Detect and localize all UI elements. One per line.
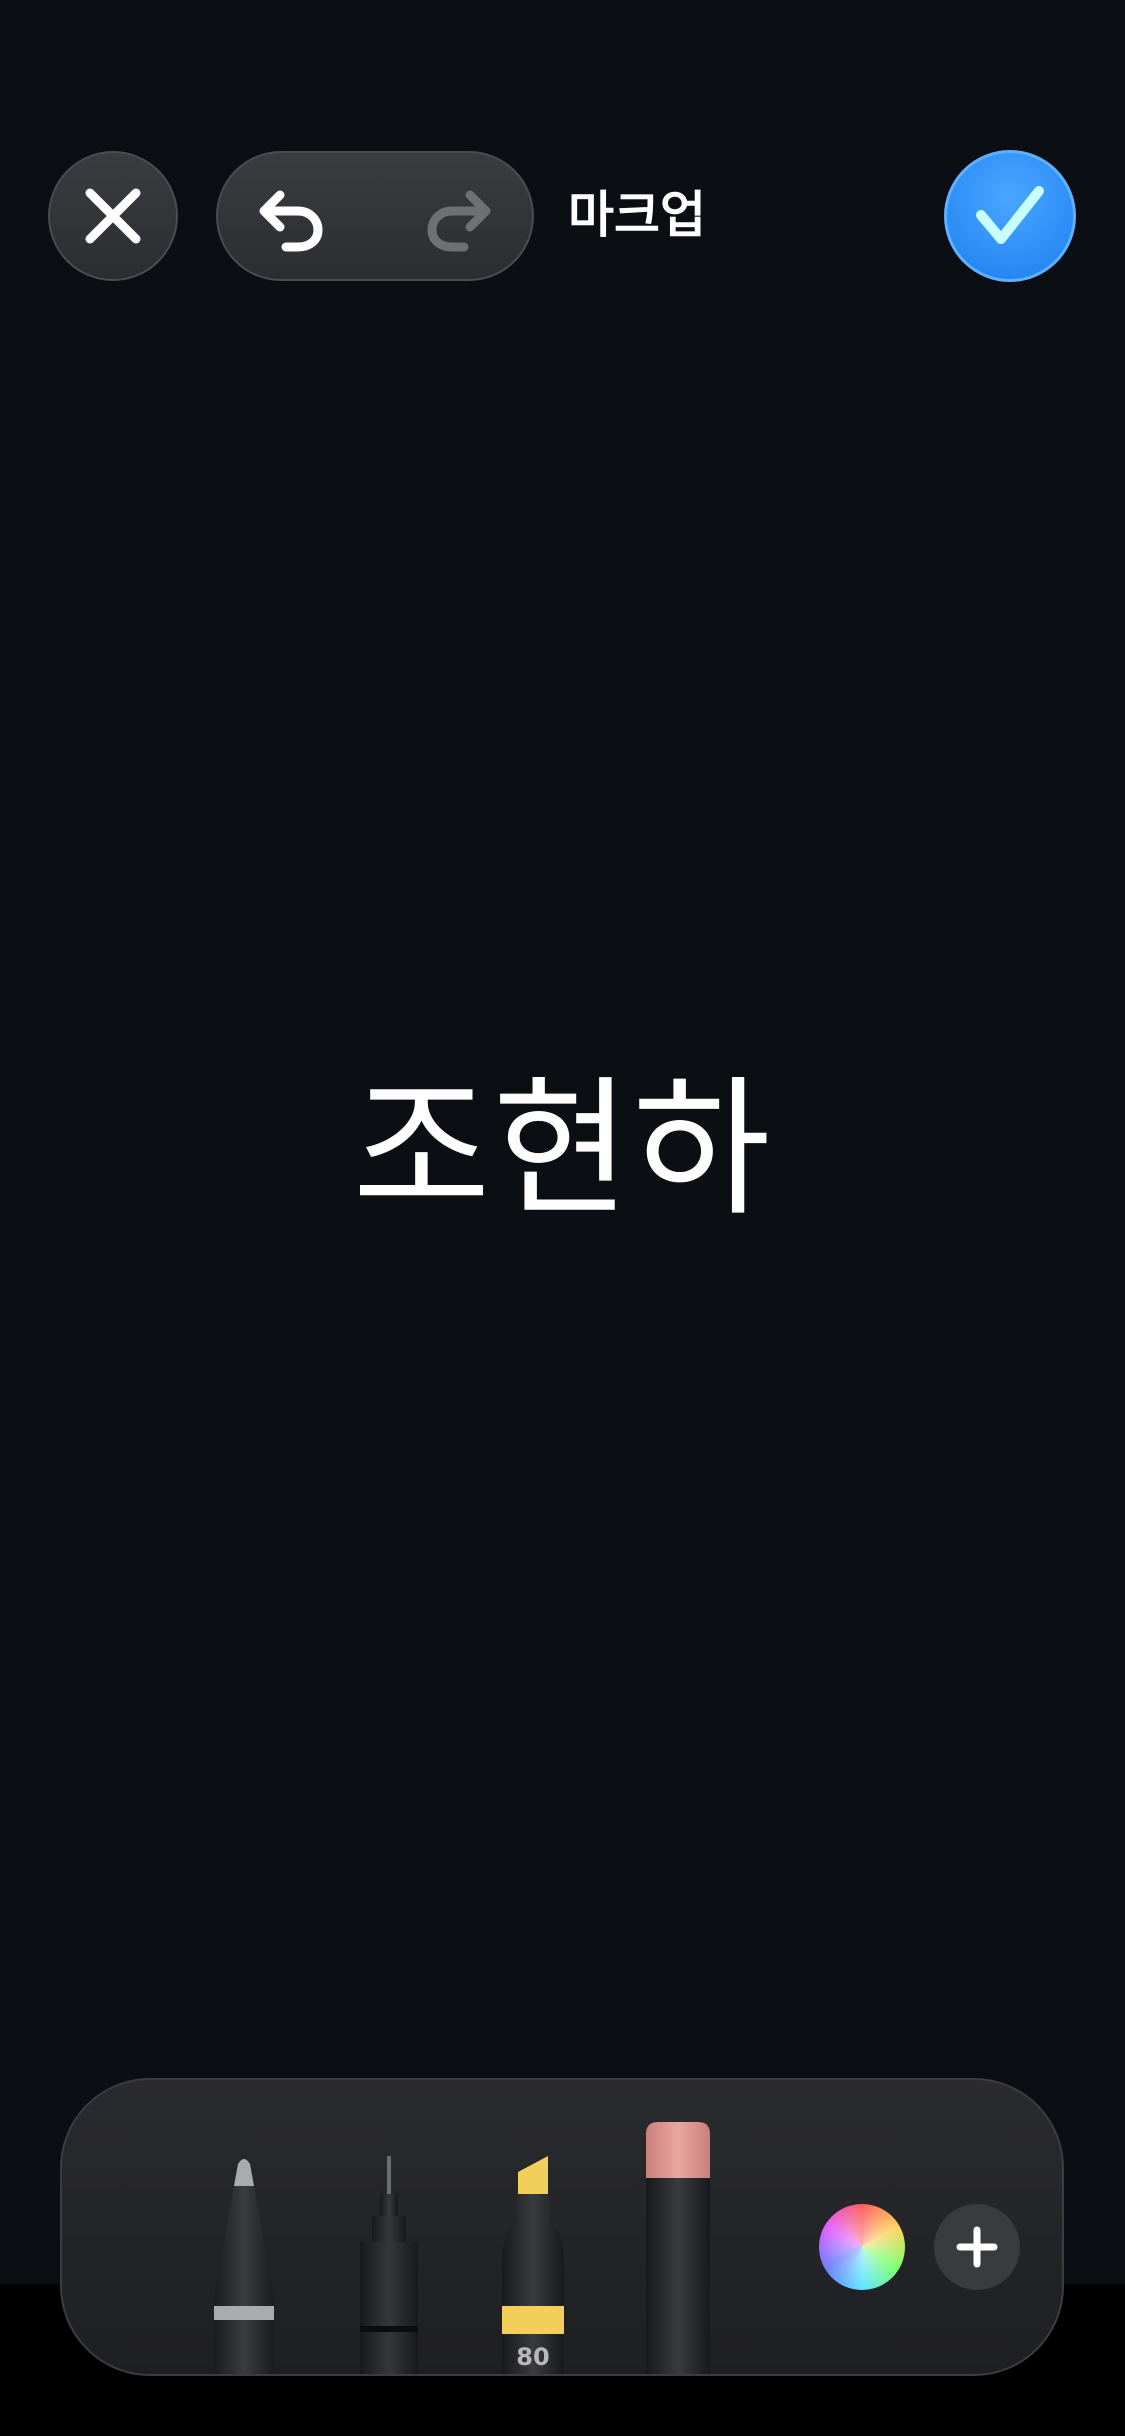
eraser-tool[interactable] <box>642 2120 714 2374</box>
marker-tool[interactable]: 80 <box>498 2156 568 2374</box>
add-button[interactable] <box>934 2204 1020 2290</box>
eraser-icon <box>646 2122 710 2374</box>
plus-icon <box>956 2226 998 2268</box>
checkmark-icon <box>976 186 1044 244</box>
done-button[interactable] <box>944 150 1076 282</box>
page-title: 마크업 <box>568 186 706 244</box>
redo-button[interactable] <box>416 175 502 261</box>
close-icon <box>85 188 141 244</box>
tool-palette: 80 <box>60 2078 1064 2376</box>
redo-icon <box>427 190 491 252</box>
pen-icon <box>214 2159 274 2374</box>
pen-tool[interactable] <box>208 2156 280 2374</box>
markup-screen: 마크업 조현하 80 <box>0 0 1125 2436</box>
undo-redo-group <box>216 151 534 281</box>
undo-button[interactable] <box>248 175 334 261</box>
marker-opacity-label: 80 <box>516 2343 550 2371</box>
color-wheel-icon[interactable] <box>819 2204 905 2290</box>
close-button[interactable] <box>48 151 178 281</box>
undo-icon <box>259 190 323 252</box>
fineliner-icon <box>360 2156 418 2374</box>
fineliner-tool[interactable] <box>354 2156 424 2374</box>
drawn-text: 조현하 <box>352 1063 773 1237</box>
